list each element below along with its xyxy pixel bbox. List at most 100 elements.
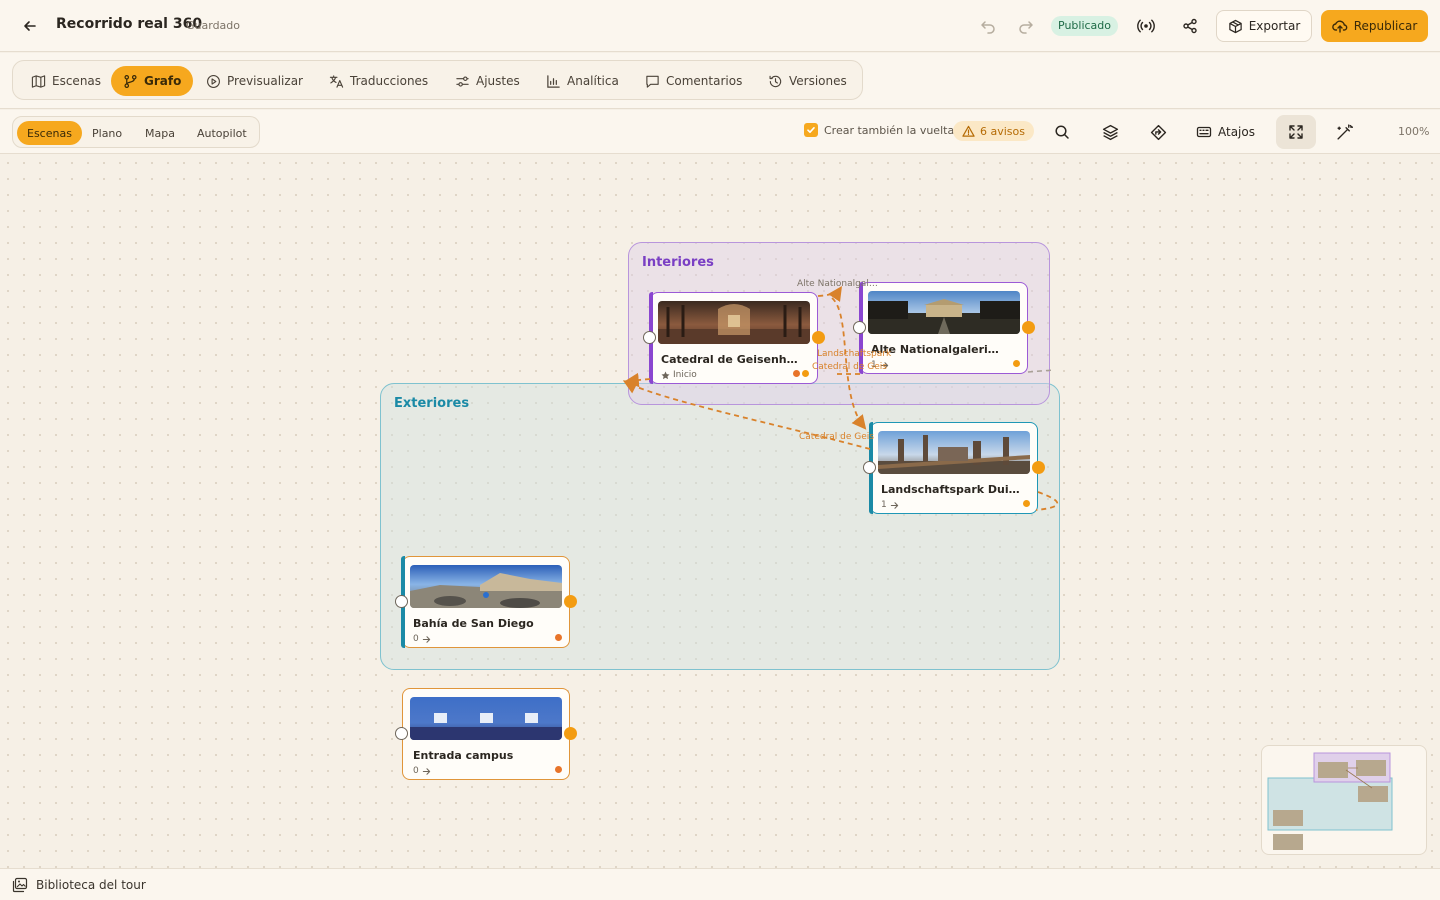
status-dot [555,634,562,641]
tab-previsualizar[interactable]: Previsualizar [194,66,315,96]
link-count: 0 [413,766,419,776]
scene-name: Landschaftspark Dui… [881,483,1020,496]
link-count: 1 [871,360,877,370]
export-button[interactable]: Exportar [1216,10,1312,42]
image-library-icon [12,877,28,892]
scene-name: Entrada campus [413,749,514,762]
input-port[interactable] [863,461,876,474]
view-mode-autopilot[interactable]: Autopilot [187,121,257,145]
published-badge: Publicado [1051,16,1119,36]
package-icon [1228,19,1242,33]
tab-analitica-label: Analítica [567,74,619,88]
scene-node-bahia-san-diego[interactable]: Bahía de San Diego 0 [395,556,577,648]
minimap-node [1273,810,1303,826]
input-port[interactable] [853,321,866,334]
tab-comentarios[interactable]: Comentarios [633,66,754,96]
fullscreen-button[interactable] [1276,115,1316,149]
scene-meta: 1 [881,500,899,510]
route-icon [1150,124,1166,140]
input-port[interactable] [395,727,408,740]
minimap[interactable] [1261,745,1427,855]
output-port[interactable] [812,331,825,344]
view-mode-mapa[interactable]: Mapa [135,121,185,145]
output-port[interactable] [564,727,577,740]
status-dot [793,370,800,377]
shortcuts-button[interactable]: Atajos [1196,119,1255,145]
save-status: Guardado [186,19,241,32]
comment-icon [646,75,659,88]
warning-icon [962,125,975,137]
scene-node-entrada-campus[interactable]: Entrada campus 0 [395,688,577,780]
tour-library-button[interactable]: Biblioteca del tour [36,878,146,892]
scene-thumbnail [410,697,562,740]
scene-meta: 0 [413,766,431,776]
link-count: 1 [881,500,887,510]
input-port[interactable] [643,331,656,344]
scene-node-alte-nationalgalerie[interactable]: Alte Nationalgaleri… 1 [853,282,1035,374]
scene-node-landschaftspark[interactable]: Landschaftspark Dui… 1 [863,422,1045,514]
redo-button[interactable] [1014,14,1038,38]
undo-button[interactable] [976,14,1000,38]
tab-analitica[interactable]: Analítica [534,66,631,96]
tab-ajustes[interactable]: Ajustes [443,66,532,96]
group-exteriores-label: Exteriores [394,396,470,411]
scene-name: Alte Nationalgaleri… [871,343,999,356]
group-interiores-label: Interiores [642,255,714,270]
tab-ajustes-label: Ajustes [476,74,520,88]
tab-previsualizar-label: Previsualizar [227,74,303,88]
export-label: Exportar [1248,19,1301,33]
keyboard-icon [1196,126,1212,138]
return-checkbox[interactable] [804,123,818,137]
magic-wand-button[interactable] [1331,119,1357,145]
link-count: 0 [413,634,419,644]
graph-icon [124,74,137,88]
scene-thumbnail [658,301,810,344]
search-button[interactable] [1049,119,1075,145]
layers-icon [1102,124,1118,140]
search-icon [1055,125,1069,139]
scene-thumbnail [868,291,1020,334]
output-port[interactable] [1032,461,1045,474]
view-mode-escenas[interactable]: Escenas [17,121,82,145]
undo-icon [981,21,995,34]
arrow-right-icon [890,501,898,509]
view-mode-plano[interactable]: Plano [82,121,132,145]
bar-chart-icon [547,74,560,88]
layers-button[interactable] [1097,119,1123,145]
arrow-right-icon [422,767,430,775]
scene-meta: Inicio [661,370,697,380]
zoom-level: 100% [1398,125,1430,138]
warnings-badge[interactable]: 6 avisos [953,121,1034,141]
graph-canvas[interactable]: Exteriores Interiores Catedral de Geisen… [0,155,1440,868]
output-port[interactable] [1022,321,1035,334]
bottom-bar: Biblioteca del tour [0,868,1440,900]
tab-versiones[interactable]: Versiones [756,66,859,96]
broadcast-icon [1137,19,1155,33]
scene-thumbnail [878,431,1030,474]
checkmark-icon [807,127,815,133]
auto-layout-button[interactable] [1145,119,1171,145]
tab-traducciones[interactable]: Traducciones [317,66,440,96]
output-port[interactable] [564,595,577,608]
tab-grafo[interactable]: Grafo [111,66,194,96]
minimap-node [1356,760,1386,776]
return-option: Crear también la vuelta [804,123,954,137]
input-port[interactable] [395,595,408,608]
tab-traducciones-label: Traducciones [350,74,429,88]
share-icon [1183,18,1197,34]
main-tabs: Escenas Grafo Previsualizar Traducciones… [12,60,863,100]
view-mode-switch: Escenas Plano Mapa Autopilot [12,116,260,148]
sliders-icon [456,75,469,87]
scene-node-catedral[interactable]: Catedral de Geisenh… Inicio [643,292,825,384]
cloud-upload-icon [1331,20,1348,33]
republish-button[interactable]: Republicar [1321,10,1428,42]
tab-escenas[interactable]: Escenas [19,66,113,96]
start-label: Inicio [673,370,697,380]
broadcast-button[interactable] [1134,14,1158,38]
share-button[interactable] [1178,14,1202,38]
scene-name: Catedral de Geisenh… [661,353,798,366]
magic-wand-icon [1336,123,1353,140]
scene-meta: 0 [413,634,431,644]
scene-meta: 1 [871,360,889,370]
back-button[interactable] [18,14,42,38]
